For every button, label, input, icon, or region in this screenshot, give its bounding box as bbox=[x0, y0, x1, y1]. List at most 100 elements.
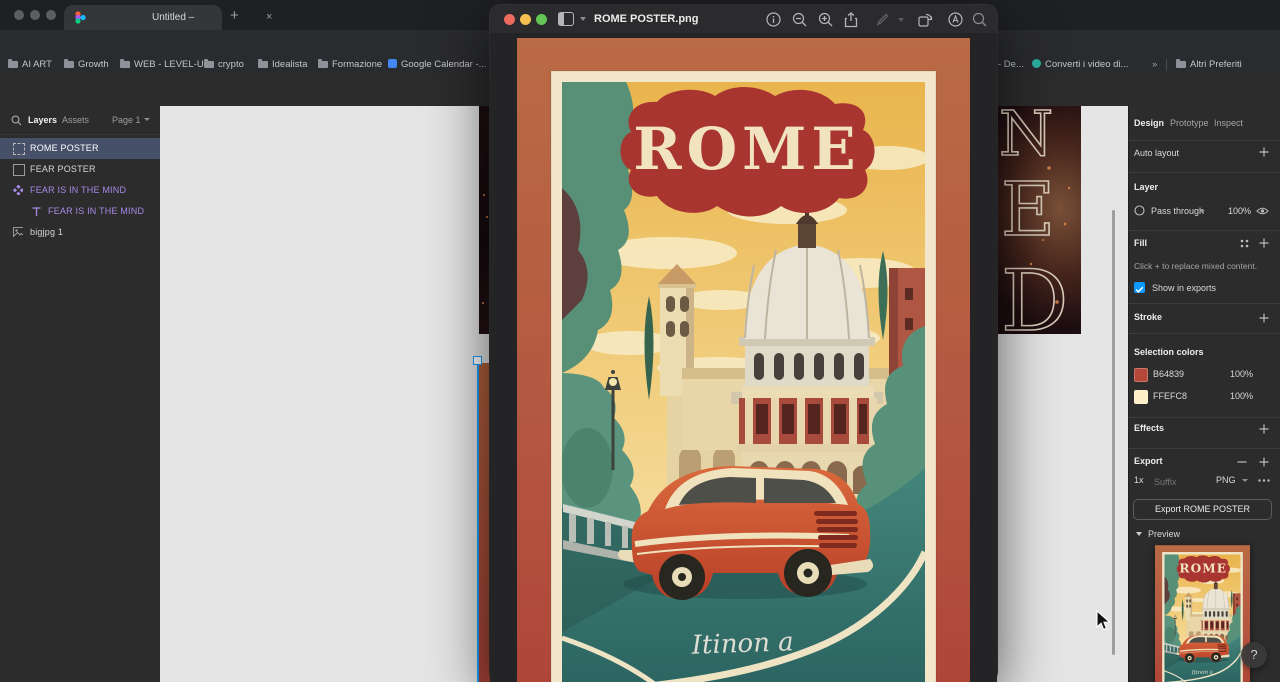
stroke-section-label: Stroke bbox=[1134, 312, 1163, 322]
export-options-icon[interactable] bbox=[1258, 479, 1270, 482]
preview-window[interactable]: ROME POSTER.png bbox=[490, 5, 997, 682]
preview-caret-icon[interactable] bbox=[1136, 532, 1142, 536]
browser-minimize-icon[interactable] bbox=[30, 10, 40, 20]
add-stroke-icon[interactable] bbox=[1259, 313, 1269, 323]
annotate-icon[interactable] bbox=[948, 11, 963, 27]
text-layer-icon bbox=[32, 207, 41, 216]
chevron-down-icon[interactable] bbox=[1199, 210, 1205, 213]
chevron-down-icon[interactable] bbox=[1242, 479, 1248, 482]
folder-icon bbox=[318, 59, 328, 68]
export-scale[interactable]: 1x bbox=[1134, 475, 1144, 485]
preview-content bbox=[490, 33, 997, 682]
markup-pencil-icon bbox=[876, 13, 889, 26]
folder-icon bbox=[64, 59, 74, 68]
add-effect-icon[interactable] bbox=[1259, 424, 1269, 434]
fear-poster-canvas[interactable]: N E D bbox=[997, 106, 1081, 334]
bookmark-item[interactable]: Growth bbox=[64, 56, 109, 74]
divider bbox=[1128, 333, 1280, 334]
layer-row-component[interactable]: FEAR IS IN THE MIND bbox=[0, 180, 160, 201]
blend-mode-value[interactable]: Pass through bbox=[1151, 206, 1204, 216]
add-auto-layout-icon[interactable] bbox=[1259, 147, 1269, 157]
color-swatch-red[interactable] bbox=[1134, 368, 1148, 382]
selection-handle[interactable] bbox=[473, 356, 482, 365]
layer-row-image[interactable]: bigjpg 1 bbox=[0, 222, 160, 243]
export-section-label: Export bbox=[1134, 456, 1163, 466]
canvas-object-edge[interactable] bbox=[479, 106, 490, 334]
browser-tab[interactable]: Untitled – Figma × bbox=[64, 5, 272, 48]
eye-icon[interactable] bbox=[1256, 206, 1269, 216]
export-preview-thumbnail bbox=[1155, 545, 1250, 682]
layer-row-text[interactable]: FEAR IS IN THE MIND bbox=[0, 201, 160, 222]
fill-styles-icon[interactable] bbox=[1240, 239, 1249, 248]
share-icon[interactable] bbox=[844, 11, 858, 28]
bookmark-item[interactable]: Formazione bbox=[318, 56, 382, 74]
page-selector[interactable]: Page 1 bbox=[112, 106, 141, 134]
preview-title-bar[interactable]: ROME POSTER.png bbox=[490, 5, 997, 34]
bookmark-item-partial[interactable]: - De... bbox=[998, 56, 1024, 74]
info-icon[interactable] bbox=[766, 11, 781, 27]
show-in-exports-label[interactable]: Show in exports bbox=[1152, 283, 1216, 293]
bookmark-item[interactable]: Converti i video di... bbox=[1032, 56, 1128, 74]
bookmark-item[interactable]: crypto bbox=[204, 56, 244, 74]
window-zoom-icon[interactable] bbox=[536, 13, 547, 25]
export-suffix-input[interactable] bbox=[1152, 474, 1202, 490]
preview-section-label: Preview bbox=[1148, 529, 1181, 539]
bookmark-item[interactable]: Idealista bbox=[258, 56, 307, 74]
chevron-down-icon[interactable] bbox=[144, 118, 150, 121]
help-button[interactable]: ? bbox=[1241, 642, 1267, 668]
bookmark-item[interactable]: WEB - LEVEL-UP bbox=[120, 56, 210, 74]
folder-icon bbox=[120, 59, 130, 68]
tab-inspect[interactable]: Inspect bbox=[1214, 106, 1243, 140]
chevron-down-icon[interactable] bbox=[580, 17, 586, 21]
zoom-in-icon[interactable] bbox=[818, 12, 833, 27]
layer-opacity-value[interactable]: 100% bbox=[1228, 206, 1251, 216]
window-close-icon[interactable] bbox=[504, 13, 515, 25]
rotate-icon[interactable] bbox=[918, 12, 934, 27]
tab-assets[interactable]: Assets bbox=[62, 106, 89, 134]
sidebar-toggle-icon[interactable] bbox=[558, 11, 574, 26]
color-swatch-cream[interactable] bbox=[1134, 390, 1148, 404]
markup-chevron-icon bbox=[898, 18, 904, 22]
search-icon[interactable] bbox=[972, 12, 987, 27]
effects-section-label: Effects bbox=[1134, 423, 1165, 433]
screen: Untitled – Figma × + figma.com/file/ZOqa… bbox=[0, 0, 1280, 682]
blend-mode-icon[interactable] bbox=[1134, 205, 1145, 216]
window-minimize-icon[interactable] bbox=[520, 13, 531, 25]
auto-layout-label: Auto layout bbox=[1134, 148, 1180, 158]
browser-close-icon[interactable] bbox=[14, 10, 24, 20]
browser-zoom-icon[interactable] bbox=[46, 10, 56, 20]
tab-close-icon[interactable]: × bbox=[266, 5, 272, 30]
show-in-exports-checkbox[interactable] bbox=[1134, 282, 1145, 293]
color-opacity[interactable]: 100% bbox=[1230, 391, 1253, 401]
zoom-out-icon[interactable] bbox=[792, 12, 807, 27]
folder-icon bbox=[1176, 59, 1186, 68]
component-icon bbox=[13, 185, 23, 195]
tab-layers[interactable]: Layers bbox=[28, 106, 57, 134]
color-hex[interactable]: FFEFC8 bbox=[1153, 391, 1187, 401]
add-export-icon[interactable] bbox=[1259, 457, 1269, 467]
layer-row-fear-poster[interactable]: FEAR POSTER bbox=[0, 159, 160, 180]
other-favorites[interactable]: Altri Preferiti bbox=[1176, 56, 1242, 74]
export-button[interactable]: Export ROME POSTER bbox=[1133, 499, 1272, 520]
tab-prototype[interactable]: Prototype bbox=[1170, 106, 1209, 140]
rome-poster-canvas-edge[interactable] bbox=[479, 363, 490, 682]
preview-file-title: ROME POSTER.png bbox=[594, 13, 699, 25]
new-tab-icon[interactable]: + bbox=[230, 3, 239, 28]
export-format[interactable]: PNG bbox=[1216, 475, 1236, 485]
divider bbox=[1128, 448, 1280, 449]
folder-icon bbox=[258, 59, 268, 68]
bookmark-item[interactable]: Google Calendar -... bbox=[388, 56, 487, 74]
bookmarks-overflow-icon[interactable]: » bbox=[1152, 56, 1157, 74]
search-icon[interactable] bbox=[11, 115, 22, 126]
color-hex[interactable]: B64839 bbox=[1153, 369, 1184, 379]
remove-export-icon[interactable] bbox=[1237, 461, 1247, 463]
add-fill-icon[interactable] bbox=[1259, 238, 1269, 248]
divider bbox=[1128, 303, 1280, 304]
bookmark-item[interactable]: AI ART bbox=[8, 56, 52, 74]
layer-row-rome-poster[interactable]: ROME POSTER bbox=[0, 138, 160, 159]
canvas-scrollbar[interactable] bbox=[1112, 210, 1115, 655]
color-opacity[interactable]: 100% bbox=[1230, 369, 1253, 379]
tab-design[interactable]: Design bbox=[1134, 106, 1164, 140]
fear-poster-letters: N E D bbox=[998, 106, 1071, 334]
svg-text:D: D bbox=[1001, 252, 1068, 334]
